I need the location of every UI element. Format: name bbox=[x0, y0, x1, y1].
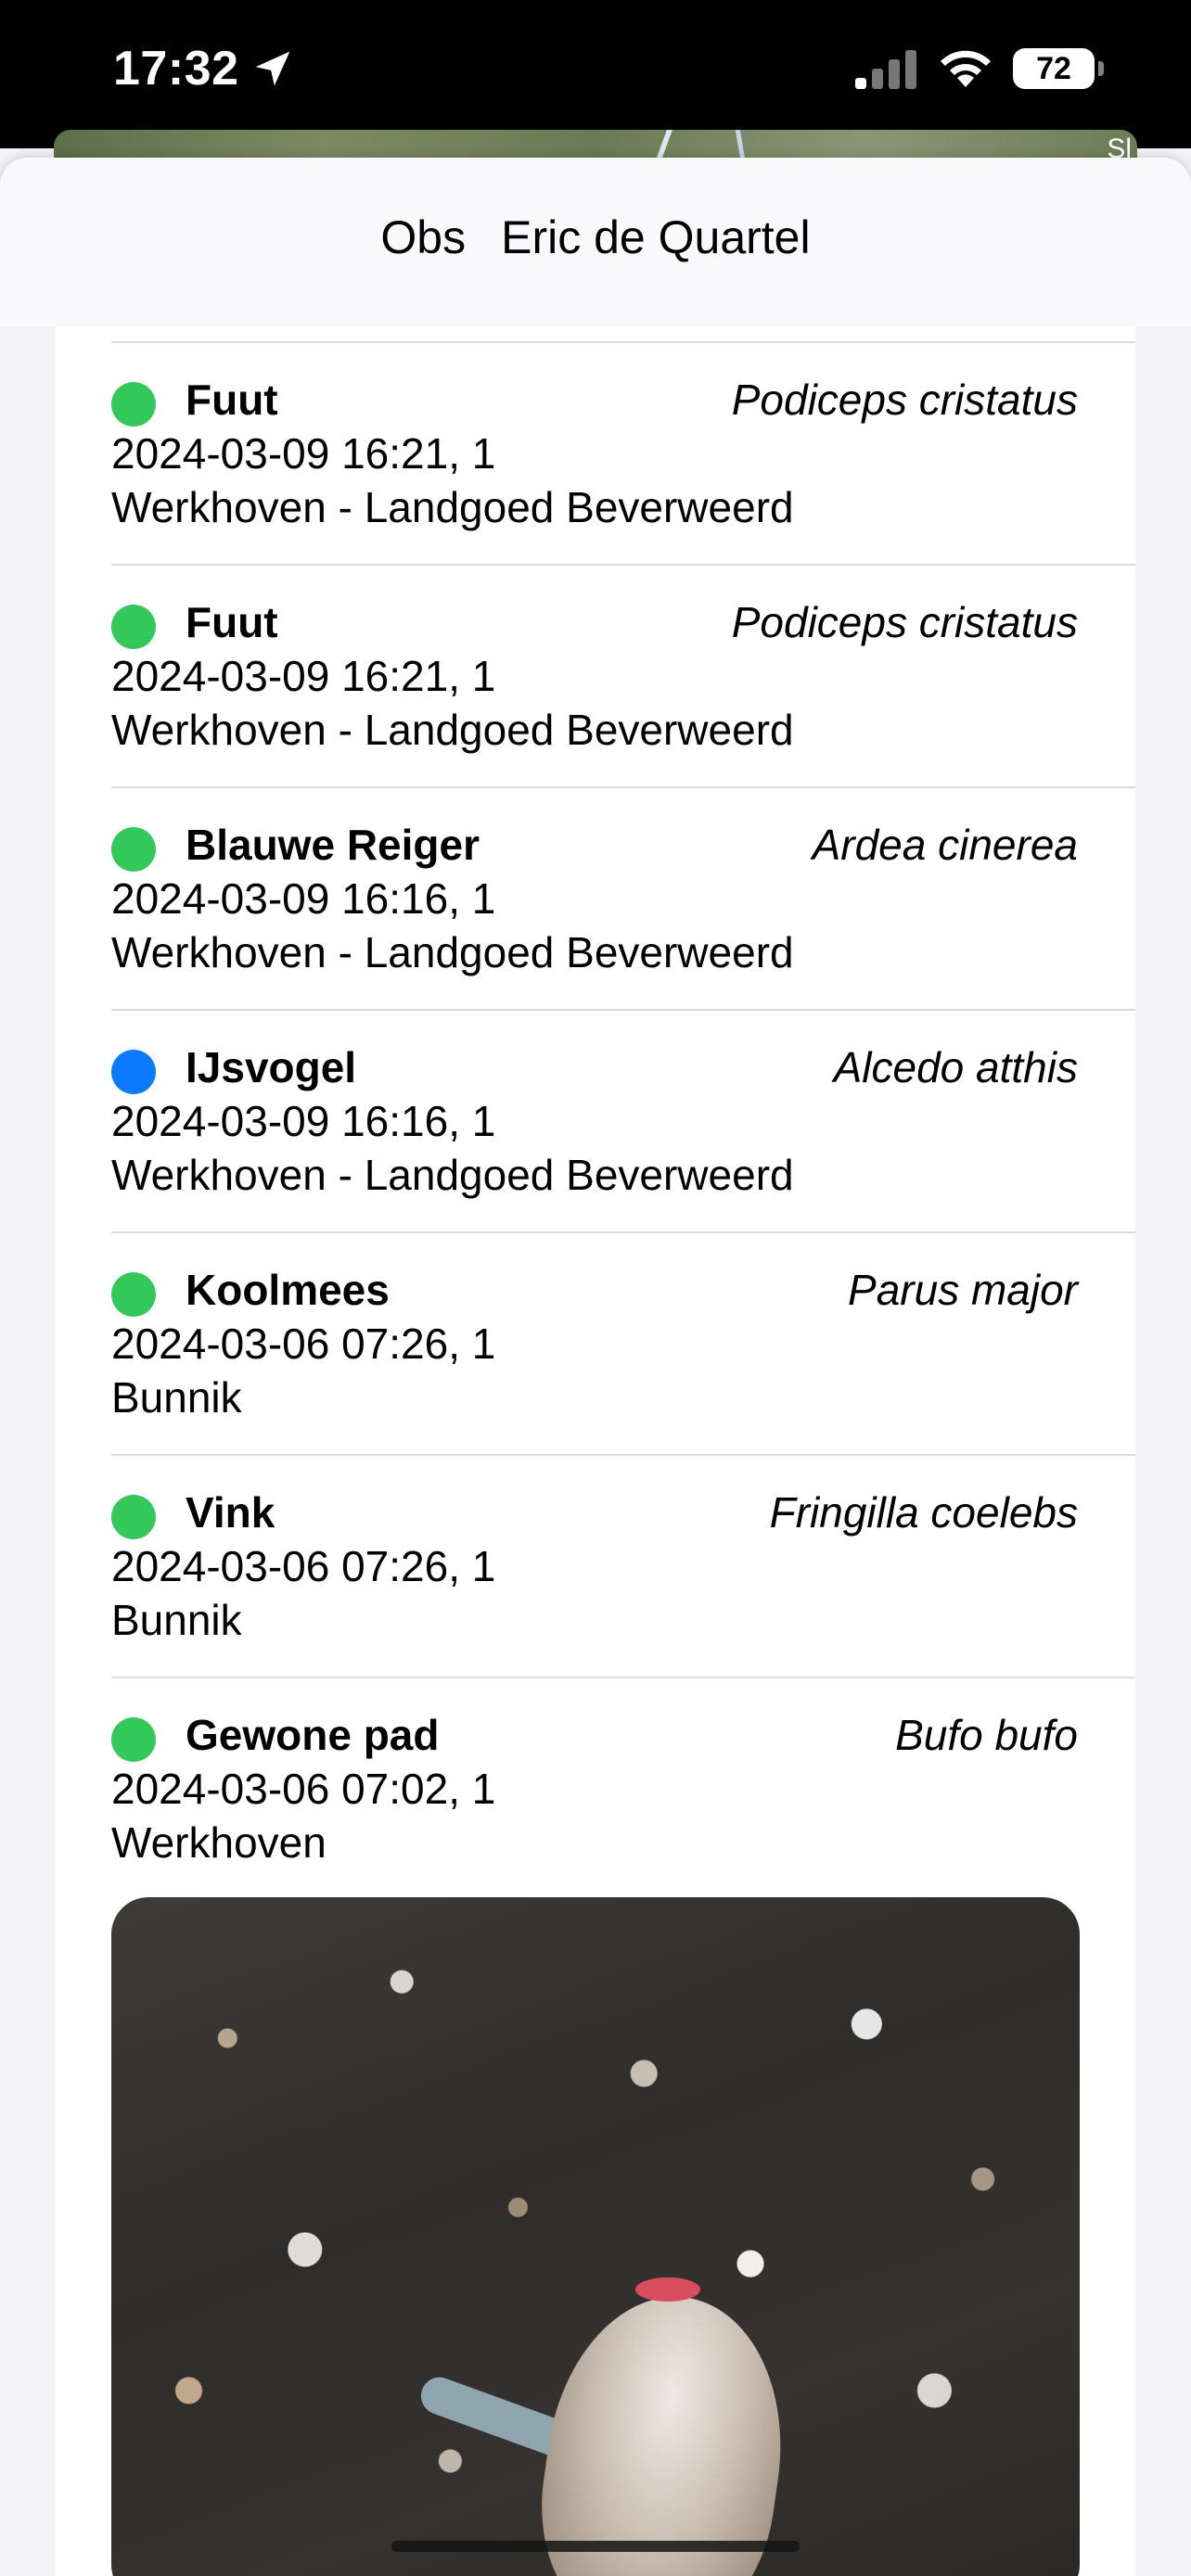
observation-location: Werkhoven - Landgoed Beverweerd bbox=[111, 706, 794, 754]
observation-row[interactable]: Fuut Podiceps cristatus 2024-03-09 16:21, … bbox=[111, 341, 1135, 564]
observation-location: Bunnik bbox=[111, 1596, 242, 1644]
status-dot-icon bbox=[111, 827, 156, 872]
observation-location: Werkhoven - Landgoed Beverweerd bbox=[111, 483, 794, 531]
species-common-name: Vink bbox=[186, 1488, 275, 1537]
status-dot-icon bbox=[111, 1495, 156, 1539]
observation-datetime-count: 2024-03-06 07:02, 1 bbox=[111, 1765, 496, 1813]
observation-row[interactable]: Blauwe Reiger Ardea cinerea 2024-03-09 16:… bbox=[111, 786, 1135, 1009]
species-scientific-name: Alcedo atthis bbox=[833, 1043, 1078, 1091]
status-dot-icon bbox=[111, 1272, 156, 1317]
photo-subject bbox=[525, 2281, 801, 2576]
battery-indicator: 72 bbox=[1013, 48, 1095, 89]
species-common-name: Gewone pad bbox=[186, 1711, 440, 1759]
observation-row[interactable]: Vink Fringilla coelebs 2024-03-06 07:26, 1… bbox=[111, 1454, 1135, 1677]
status-time: 17:32 bbox=[113, 42, 239, 96]
species-common-name: Koolmees bbox=[186, 1266, 390, 1314]
species-scientific-name: Podiceps cristatus bbox=[731, 598, 1078, 646]
observation-datetime-count: 2024-03-09 16:21, 1 bbox=[111, 652, 496, 700]
observation-row[interactable]: Fuut Podiceps cristatus 2024-03-09 16:21, … bbox=[111, 564, 1135, 786]
species-common-name: IJsvogel bbox=[186, 1043, 357, 1091]
species-scientific-name: Ardea cinerea bbox=[812, 821, 1078, 869]
status-dot-icon bbox=[111, 382, 156, 427]
wifi-icon bbox=[941, 50, 991, 87]
observation-datetime-count: 2024-03-06 07:26, 1 bbox=[111, 1542, 496, 1590]
observation-location: Bunnik bbox=[111, 1373, 242, 1422]
cellular-signal-icon bbox=[855, 50, 916, 89]
status-bar: 17:32 72 bbox=[0, 0, 1191, 148]
species-scientific-name: Fringilla coelebs bbox=[769, 1488, 1078, 1537]
observation-datetime-count: 2024-03-09 16:21, 1 bbox=[111, 429, 496, 478]
sheet-title: Obs Eric de Quartel bbox=[380, 210, 810, 264]
species-scientific-name: Parus major bbox=[848, 1266, 1078, 1314]
observation-row[interactable]: IJsvogel Alcedo atthis 2024-03-09 16:16, 1… bbox=[111, 1009, 1135, 1231]
observation-datetime-count: 2024-03-06 07:26, 1 bbox=[111, 1320, 496, 1368]
battery-nub bbox=[1098, 61, 1104, 76]
title-user-name[interactable]: Eric de Quartel bbox=[501, 211, 810, 263]
observation-datetime-count: 2024-03-09 16:16, 1 bbox=[111, 874, 496, 923]
photo-detail bbox=[635, 2277, 700, 2302]
title-obs: Obs bbox=[380, 211, 467, 263]
observation-location: Werkhoven - Landgoed Beverweerd bbox=[111, 928, 794, 976]
species-common-name: Blauwe Reiger bbox=[186, 821, 480, 869]
observation-photo[interactable] bbox=[111, 1897, 1080, 2576]
observation-row[interactable]: Gewone pad Bufo bufo 2024-03-06 07:02, 1 We… bbox=[111, 1677, 1135, 1899]
observation-datetime-count: 2024-03-09 16:16, 1 bbox=[111, 1097, 496, 1145]
species-scientific-name: Bufo bufo bbox=[895, 1711, 1078, 1759]
observation-row[interactable]: Koolmees Parus major 2024-03-06 07:26, 1 Bu… bbox=[111, 1231, 1135, 1454]
species-common-name: Fuut bbox=[186, 376, 278, 424]
observation-location: Werkhoven - Landgoed Beverweerd bbox=[111, 1151, 794, 1199]
species-scientific-name: Podiceps cristatus bbox=[731, 376, 1078, 424]
observation-location: Werkhoven bbox=[111, 1818, 327, 1867]
status-dot-icon bbox=[111, 605, 156, 649]
status-dot-icon bbox=[111, 1050, 156, 1094]
status-dot-icon bbox=[111, 1717, 156, 1762]
species-common-name: Fuut bbox=[186, 598, 278, 646]
home-indicator[interactable] bbox=[391, 2541, 800, 2552]
sheet-header: Obs Eric de Quartel bbox=[0, 158, 1191, 326]
location-arrow-icon bbox=[255, 51, 290, 86]
